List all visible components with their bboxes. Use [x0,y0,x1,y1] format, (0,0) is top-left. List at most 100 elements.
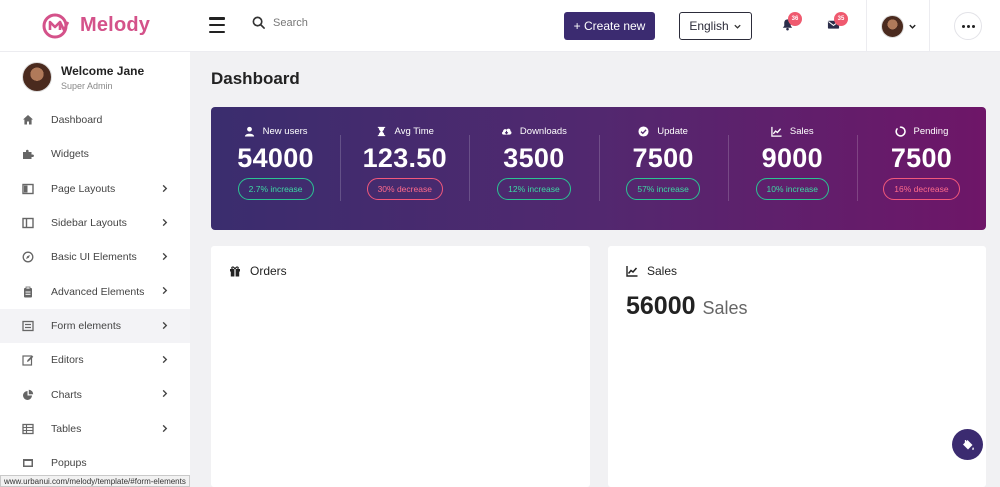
sidebar-icon [22,217,34,229]
gift-icon [230,266,240,277]
sales-value: 56000 [626,292,696,320]
hourglass-icon [377,126,385,136]
language-select[interactable]: English [679,12,752,40]
cloud-download-icon [501,128,512,135]
chevron-down-icon[interactable] [908,22,917,31]
theme-settings-button[interactable] [952,429,983,460]
sidebar: Welcome Jane Super Admin Dashboard Widge… [0,52,190,487]
menu-toggle-icon[interactable] [209,17,225,33]
chevron-right-icon [162,218,168,227]
language-label: English [689,19,729,33]
chevron-down-icon [734,24,741,29]
sidebar-item-editors[interactable]: Editors [0,343,190,377]
stat-value: 7500 [890,143,953,173]
orders-card: Orders [211,246,590,487]
chevron-right-icon [162,321,168,329]
card-title: Orders [250,264,287,278]
circle-notch-icon [894,125,906,137]
sidebar-item-label: Advanced Elements [51,285,145,298]
messages-button[interactable]: 35 [827,12,848,34]
sidebar-item-advanced-elements[interactable]: Advanced Elements [0,274,190,308]
sidebar-item-tables[interactable]: Tables [0,412,190,446]
stat-pending: Pending 7500 16% decrease [856,107,986,230]
avatar [22,62,52,92]
stat-sales: Sales 9000 10% increase [727,107,857,230]
stat-change-badge: 30% decrease [366,178,443,200]
chevron-right-icon [162,390,168,398]
line-chart-icon [626,266,638,277]
stat-new-users: New users 54000 2.7% increase [211,107,340,230]
chevron-right-icon [162,253,168,261]
messages-badge: 35 [834,12,848,26]
sales-card: Sales 56000 Sales [608,246,986,487]
melody-logo-icon [42,13,70,38]
chevron-right-icon [162,287,168,295]
notifications-button[interactable]: 36 [781,12,802,34]
home-icon [23,115,33,125]
create-new-button[interactable]: + Create new [564,12,655,40]
stat-value: 7500 [632,143,694,173]
stat-avg-time: Avg Time 123.50 30% decrease [340,107,469,230]
stat-value: 123.50 [362,143,447,173]
sales-total: 56000 Sales [626,292,748,321]
edit-icon [22,355,34,366]
status-bar-url: www.urbanui.com/melody/template/#form-el… [0,475,190,487]
stat-label: Pending [913,125,949,137]
chevron-right-icon [162,184,168,192]
user-avatar[interactable] [881,15,904,38]
sidebar-item-label: Widgets [51,148,89,161]
stat-change-badge: 16% decrease [883,178,960,200]
welcome-text: Welcome Jane [61,63,145,78]
stat-label: Avg Time [394,125,434,137]
sidebar-item-label: Form elements [51,319,122,332]
sidebar-item-label: Dashboard [51,114,103,127]
search-input[interactable] [273,16,473,29]
brand-name: Melody [80,14,151,36]
stat-update: Update 7500 57% increase [598,107,728,230]
sidebar-item-page-layouts[interactable]: Page Layouts [0,172,190,206]
sidebar-item-charts[interactable]: Charts [0,377,190,411]
sidebar-item-sidebar-layouts[interactable]: Sidebar Layouts [0,206,190,240]
table-icon [22,423,34,434]
popup-icon [23,459,33,468]
compass-icon [22,251,34,263]
puzzle-icon [23,150,34,160]
brand[interactable]: Melody [0,0,190,52]
paint-bucket-icon [962,439,974,450]
sidebar-item-label: Charts [51,388,82,401]
search-icon [252,16,265,29]
user-role: Super Admin [61,80,113,91]
check-circle-icon [638,125,649,137]
sidebar-item-label: Editors [51,354,84,367]
sidebar-menu: Dashboard Widgets Page Layouts Sidebar L… [0,103,190,480]
form-icon [22,320,34,332]
stat-downloads: Downloads 3500 12% increase [469,107,598,230]
card-title: Sales [647,264,678,278]
line-chart-icon [771,126,782,137]
sidebar-item-form-elements[interactable]: Form elements [0,308,190,344]
stats-panel: New users 54000 2.7% increase Avg Time 1… [211,107,986,230]
notifications-badge: 36 [788,12,802,26]
divider [929,0,930,52]
stat-change-badge: 10% increase [755,178,830,200]
page-title: Dashboard [211,69,300,88]
stat-change-badge: 2.7% increase [237,178,314,200]
stat-value: 9000 [761,143,823,173]
sidebar-item-label: Tables [51,422,82,435]
stat-change-badge: 57% increase [626,178,700,200]
pie-chart-icon [23,389,34,400]
divider [866,0,867,52]
more-options-button[interactable] [954,12,982,40]
layout-icon [22,183,34,194]
sidebar-item-widgets[interactable]: Widgets [0,137,190,171]
sidebar-item-dashboard[interactable]: Dashboard [0,103,190,137]
stat-value: 54000 [237,143,314,173]
sidebar-item-basic-ui-elements[interactable]: Basic UI Elements [0,240,190,274]
top-bar: Melody + Create new English 36 35 [0,0,1000,52]
sidebar-item-label: Page Layouts [51,182,116,195]
chevron-right-icon [162,355,168,364]
stat-label: Downloads [519,125,567,137]
sidebar-item-label: Popups [51,457,87,470]
user-profile: Welcome Jane Super Admin [22,62,144,92]
stat-change-badge: 12% increase [497,178,571,200]
